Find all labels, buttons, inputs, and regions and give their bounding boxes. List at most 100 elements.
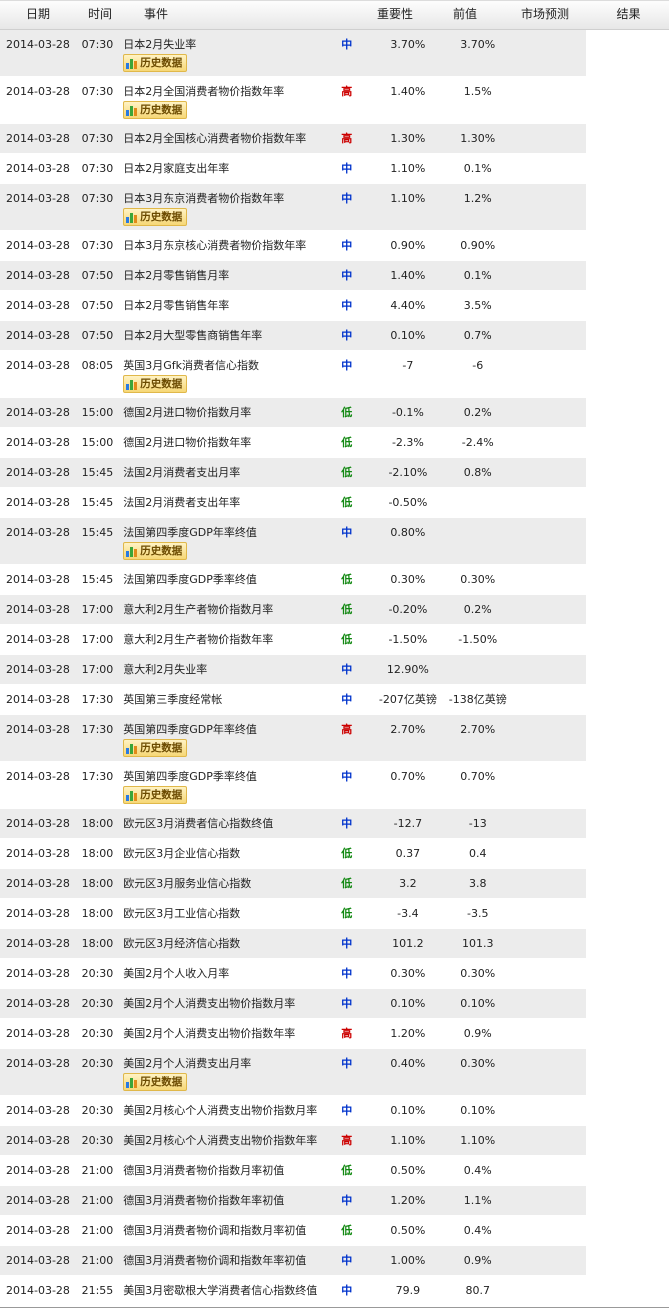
event-name: 英国第四季度GDP年率终值 — [123, 723, 257, 736]
row-time: 15:00 — [81, 436, 114, 449]
row-date: 2014-03-28 — [6, 269, 70, 282]
table-row: 2014-03-28 15:00 德国2月进口物价指数月率 低 -0.1% 0.2% — [0, 398, 586, 428]
row-result — [515, 1246, 586, 1275]
table-row: 2014-03-28 15:45 法国第四季度GDP季率终值 低 0.30% 0.30% — [0, 565, 586, 595]
row-event: 日本3月东京核心消费者物价指数年率 — [118, 231, 318, 260]
history-data-button[interactable]: 历史数据 — [123, 739, 188, 757]
row-date: 2014-03-28 — [6, 603, 70, 616]
row-previous: 0.90% — [390, 239, 426, 252]
table-row: 2014-03-28 18:00 欧元区3月工业信心指数 低 -3.4 -3.5 — [0, 899, 586, 929]
row-previous: 0.30% — [390, 573, 426, 586]
row-result — [515, 518, 586, 564]
bar-chart-icon — [126, 57, 138, 69]
row-date: 2014-03-28 — [6, 85, 70, 98]
row-event: 德国3月消费者物价调和指数月率初值 — [118, 1216, 318, 1245]
importance-badge: 高 — [341, 85, 353, 98]
table-row: 2014-03-28 21:00 德国3月消费者物价调和指数年率初值 中 1.00% 0.… — [0, 1246, 586, 1276]
row-date: 2014-03-28 — [6, 573, 70, 586]
row-date: 2014-03-28 — [6, 329, 70, 342]
row-previous: 0.30% — [390, 967, 426, 980]
row-forecast: 0.90% — [460, 239, 496, 252]
row-previous: 0.10% — [390, 997, 426, 1010]
row-result — [515, 1096, 586, 1125]
row-result — [515, 899, 586, 928]
event-name: 日本2月零售销售月率 — [123, 269, 230, 282]
row-forecast: -3.5 — [467, 907, 489, 920]
row-time: 20:30 — [81, 1027, 114, 1040]
row-previous: 0.70% — [390, 770, 426, 783]
table-row: 2014-03-28 20:30 美国2月个人收入月率 中 0.30% 0.30% — [0, 959, 586, 989]
row-time: 18:00 — [81, 907, 114, 920]
event-name: 意大利2月生产者物价指数月率 — [123, 603, 274, 616]
event-name: 意大利2月生产者物价指数年率 — [123, 633, 274, 646]
row-previous: -0.1% — [391, 406, 424, 419]
table-row: 2014-03-28 15:45 法国第四季度GDP年率终值 历史数据 中 0.80% — [0, 518, 586, 565]
row-date: 2014-03-28 — [6, 436, 70, 449]
event-name: 欧元区3月工业信心指数 — [123, 907, 241, 920]
row-forecast: -2.4% — [461, 436, 494, 449]
row-date: 2014-03-28 — [6, 192, 70, 205]
row-date: 2014-03-28 — [6, 1224, 70, 1237]
table-row: 2014-03-28 17:30 英国第四季度GDP年率终值 历史数据 高 2.70% 2.… — [0, 715, 586, 762]
row-date: 2014-03-28 — [6, 877, 70, 890]
row-previous: 0.40% — [390, 1057, 426, 1070]
row-previous: -2.10% — [388, 466, 428, 479]
table-row: 2014-03-28 18:00 欧元区3月经济信心指数 中 101.2 101.3 — [0, 929, 586, 959]
row-result — [515, 595, 586, 624]
row-time: 15:00 — [81, 406, 114, 419]
importance-badge: 中 — [341, 359, 353, 372]
importance-badge: 中 — [341, 329, 353, 342]
row-result — [515, 398, 586, 427]
history-data-button[interactable]: 历史数据 — [123, 1073, 188, 1091]
row-previous: -1.50% — [388, 633, 428, 646]
row-result — [515, 1186, 586, 1215]
row-result — [515, 809, 586, 838]
row-result — [515, 184, 586, 230]
table-row: 2014-03-28 07:50 日本2月零售销售年率 中 4.40% 3.5% — [0, 291, 586, 321]
row-date: 2014-03-28 — [6, 907, 70, 920]
row-date: 2014-03-28 — [6, 1104, 70, 1117]
row-event: 英国第三季度经常帐 — [118, 685, 318, 714]
history-data-button[interactable]: 历史数据 — [123, 375, 188, 393]
header-time: 时间 — [88, 7, 113, 21]
event-name: 意大利2月失业率 — [123, 663, 208, 676]
row-result — [515, 1019, 586, 1048]
history-data-label: 历史数据 — [140, 788, 183, 801]
history-data-button[interactable]: 历史数据 — [123, 542, 188, 560]
row-date: 2014-03-28 — [6, 1164, 70, 1177]
row-event: 美国2月个人消费支出物价指数年率 — [118, 1019, 318, 1048]
row-time: 20:30 — [81, 1057, 114, 1070]
row-event: 英国3月Gfk消费者信心指数 历史数据 — [118, 351, 318, 397]
history-data-button[interactable]: 历史数据 — [123, 101, 188, 119]
history-data-button[interactable]: 历史数据 — [123, 54, 188, 72]
row-date: 2014-03-28 — [6, 38, 70, 51]
row-event: 欧元区3月企业信心指数 — [118, 839, 318, 868]
importance-badge: 高 — [341, 1027, 353, 1040]
row-time: 07:50 — [81, 269, 114, 282]
event-name: 德国3月消费者物价指数月率初值 — [123, 1164, 285, 1177]
history-data-button[interactable]: 历史数据 — [123, 786, 188, 804]
table-row: 2014-03-28 07:30 日本2月全国消费者物价指数年率 历史数据 高 1.40%… — [0, 77, 586, 124]
row-previous: 0.10% — [390, 1104, 426, 1117]
event-name: 日本2月失业率 — [123, 38, 197, 51]
bar-chart-icon — [126, 378, 138, 390]
importance-badge: 中 — [341, 967, 353, 980]
row-time: 17:30 — [81, 693, 114, 706]
row-result — [515, 154, 586, 183]
event-name: 德国3月消费者物价指数年率初值 — [123, 1194, 285, 1207]
row-result — [515, 1126, 586, 1155]
importance-badge: 中 — [341, 1057, 353, 1070]
row-result — [515, 565, 586, 594]
importance-badge: 高 — [341, 132, 353, 145]
row-time: 21:00 — [81, 1254, 114, 1267]
row-date: 2014-03-28 — [6, 162, 70, 175]
row-event: 意大利2月生产者物价指数月率 — [118, 595, 318, 624]
event-name: 法国2月消费者支出月率 — [123, 466, 241, 479]
event-name: 英国第四季度GDP季率终值 — [123, 770, 257, 783]
event-name: 德国2月进口物价指数月率 — [123, 406, 252, 419]
table-row: 2014-03-28 21:00 德国3月消费者物价指数月率初值 低 0.50% 0.4% — [0, 1156, 586, 1186]
table-header: 日期 时间 事件 重要性 前值 市场预测 结果 — [0, 0, 669, 30]
history-data-button[interactable]: 历史数据 — [123, 208, 188, 226]
table-row: 2014-03-28 07:30 日本2月失业率 历史数据 中 3.70% 3.70% — [0, 30, 586, 77]
bar-chart-icon — [126, 545, 138, 557]
